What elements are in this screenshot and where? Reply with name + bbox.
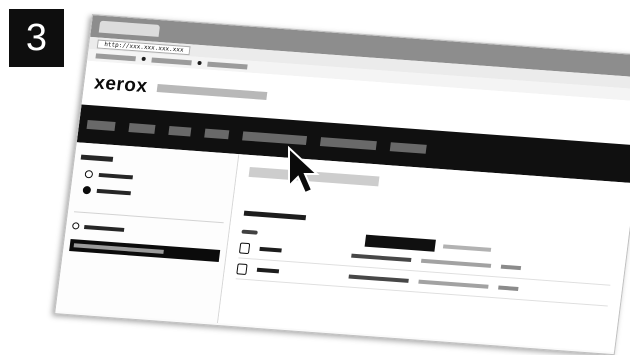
browser-screenshot: http://xxx.xxx.xxx.xxx xerox [54, 14, 630, 355]
row-name [259, 246, 282, 253]
folder-label [84, 224, 125, 232]
row-value [418, 279, 489, 289]
bookmark-item[interactable] [207, 61, 248, 70]
nav-item-2[interactable] [128, 122, 156, 134]
radio-option-2[interactable] [82, 185, 227, 204]
row-value [500, 264, 522, 271]
nav-item-home[interactable] [86, 119, 116, 131]
bookmark-item[interactable] [151, 57, 192, 65]
column-header[interactable] [442, 244, 492, 252]
row-value [351, 253, 412, 263]
list-header-label [241, 229, 258, 235]
nav-item-3[interactable] [168, 125, 192, 137]
radio-option-1[interactable] [84, 169, 229, 188]
bookmark-item[interactable] [95, 52, 137, 61]
sidebar-divider [74, 211, 224, 224]
folder-label [73, 243, 164, 254]
nav-item-7[interactable] [389, 141, 427, 154]
sidebar-folder-item-selected[interactable] [69, 239, 221, 262]
radio-icon[interactable] [84, 169, 94, 179]
arrow-cursor-icon [288, 146, 320, 195]
row-value [498, 285, 519, 291]
bookmark-separator-icon [197, 60, 202, 66]
radio-selected-icon[interactable] [82, 185, 92, 195]
printer-icon [236, 262, 248, 275]
nav-item-6[interactable] [319, 136, 377, 150]
xerox-logo: xerox [93, 72, 149, 98]
sidebar-heading [80, 154, 114, 162]
nav-item-5[interactable] [242, 130, 308, 145]
sidebar-folder-item[interactable] [71, 222, 222, 240]
browser-tab[interactable] [98, 20, 161, 37]
step-number-badge: 3 [9, 9, 64, 67]
printer-icon [238, 241, 251, 254]
row-value [348, 274, 409, 283]
step-number: 3 [25, 17, 48, 59]
main-panel [218, 154, 630, 353]
nav-item-scan[interactable] [204, 128, 230, 139]
radio-label [96, 188, 131, 196]
device-name-tag [156, 84, 268, 101]
row-name [256, 267, 280, 274]
bookmark-separator-icon [141, 56, 146, 62]
sidebar [55, 142, 240, 324]
row-value [420, 258, 492, 268]
radio-label [98, 172, 134, 180]
section-title [243, 210, 307, 221]
folder-radio-icon[interactable] [71, 222, 80, 230]
